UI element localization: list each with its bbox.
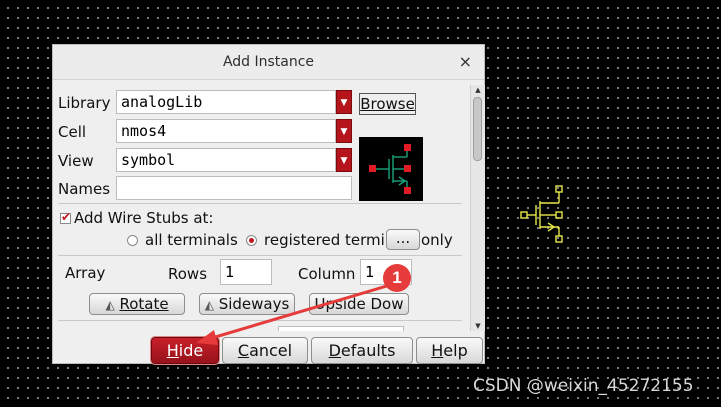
help-button[interactable]: Help [416,337,483,364]
chevron-down-icon: ▼ [340,127,348,137]
cell-dropdown[interactable]: ▼ [336,119,352,143]
view-dropdown[interactable]: ▼ [336,148,352,172]
symbol-preview [359,137,423,201]
dialog-title: Add Instance [222,54,315,70]
cell-label: Cell [58,123,87,141]
dialog-form: Library analogLib ▼ Browse Cell nmos4 ▼ … [58,85,462,331]
library-label: Library [58,94,111,112]
column-label: Column [298,265,356,283]
library-dropdown[interactable]: ▼ [336,90,352,114]
sideways-button[interactable]: ◭ Sideways [199,293,295,315]
array-label: Array [65,264,106,282]
sideways-button-label: Sideways [218,295,290,313]
scrollbar-thumb[interactable] [473,97,482,161]
divider [58,255,462,256]
partial-field [278,326,404,331]
registered-suffix-label: only [421,231,453,249]
radio-all-terminals[interactable] [127,235,138,246]
view-field[interactable]: symbol [116,148,336,172]
wire-stubs-label: Add Wire Stubs at: [74,209,214,227]
cancel-label: ancel [249,341,293,360]
upside-down-button-label: Upside Dow [314,295,404,313]
defaults-label: efaults [340,341,396,360]
chevron-down-icon: ▼ [340,156,348,166]
browse-button[interactable]: Browse [359,93,416,115]
close-icon[interactable]: × [459,52,472,71]
rotate-button-label: Rotate [119,295,169,313]
defaults-mnemonic: D [328,341,341,360]
dialog-titlebar: Add Instance × [53,45,484,80]
radio-registered-label: registered termi [264,231,385,249]
cell-field[interactable]: nmos4 [116,119,336,143]
radio-registered-terminals[interactable] [246,235,257,246]
divider [58,203,462,204]
library-field[interactable]: analogLib [116,90,336,114]
browse-button-label: Browse [360,95,415,113]
triangle-icon: ◭ [204,298,214,312]
rotate-button[interactable]: ◭ Rotate [89,293,185,315]
chevron-down-icon: ▼ [340,98,348,108]
hide-button[interactable]: Hide [150,336,220,365]
divider [58,320,462,321]
defaults-button[interactable]: Defaults [311,337,413,364]
nmos-preview-icon [369,144,411,194]
hide-mnemonic: H [166,341,179,360]
annotation-badge: 1 [383,264,411,292]
cancel-button[interactable]: Cancel [222,337,308,364]
more-options-button[interactable]: ... [386,229,420,250]
names-label: Names [58,180,111,198]
upside-down-button[interactable]: Upside Dow [309,293,409,315]
radio-all-terminals-label: all terminals [145,231,238,249]
help-mnemonic: H [431,341,444,360]
watermark: CSDN @weixin_45272155 [473,376,694,396]
rows-field[interactable]: 1 [220,259,272,285]
cancel-mnemonic: C [237,341,250,360]
wire-stubs-checkbox[interactable]: ✔ [60,210,72,224]
add-instance-dialog: Add Instance × Library analogLib ▼ Brows… [52,44,485,365]
help-label: elp [443,341,468,360]
dialog-scrollbar[interactable]: ▲ ▼ [470,85,485,331]
names-field[interactable] [116,176,352,200]
check-icon: ✔ [61,210,72,224]
hide-label: ide [178,341,204,360]
scroll-down-icon[interactable]: ▼ [471,321,485,331]
view-label: View [58,152,94,170]
scroll-up-icon[interactable]: ▲ [471,85,485,95]
canvas-nmos-symbol[interactable] [518,183,568,245]
rows-label: Rows [168,265,208,283]
triangle-icon: ◭ [105,298,115,312]
